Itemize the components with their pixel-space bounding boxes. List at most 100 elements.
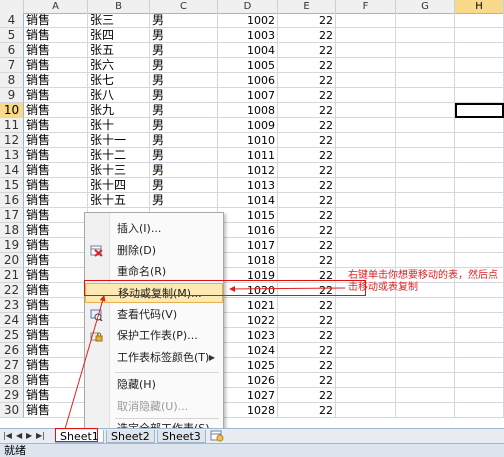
cell-f[interactable] (336, 58, 396, 73)
cell-f[interactable] (336, 73, 396, 88)
row-header[interactable]: 29 (0, 388, 24, 403)
cell-f[interactable] (336, 388, 396, 403)
cell-g[interactable] (396, 193, 455, 208)
cell-g[interactable] (396, 73, 455, 88)
menu-item-tab-color[interactable]: 工作表标签颜色(T) ▶ (85, 348, 223, 368)
cell-f[interactable] (336, 208, 396, 223)
cell-d[interactable]: 1014 (218, 193, 278, 208)
cell-h[interactable] (455, 133, 504, 148)
cell-e[interactable]: 22 (278, 253, 336, 268)
row-header[interactable]: 10 (0, 103, 24, 118)
cell-a[interactable]: 销售 (24, 328, 88, 343)
cell-g[interactable] (396, 208, 455, 223)
cell-c[interactable]: 男 (150, 178, 218, 193)
cell-d[interactable]: 1016 (218, 223, 278, 238)
cell-e[interactable]: 22 (278, 73, 336, 88)
row-header[interactable]: 4 (0, 13, 24, 28)
cell-e[interactable]: 22 (278, 58, 336, 73)
cell-g[interactable] (396, 148, 455, 163)
worksheet-grid[interactable]: A B C D E F G H 4 销售 张三男 1002 22 5 销售 张四男 1003 22… (0, 0, 504, 428)
cell-c[interactable]: 男 (150, 13, 218, 28)
cell-e[interactable]: 22 (278, 133, 336, 148)
last-sheet-icon[interactable]: ▶| (36, 431, 45, 440)
cell-d[interactable]: 1002 (218, 13, 278, 28)
cell-c[interactable]: 男 (150, 28, 218, 43)
cell-e[interactable]: 22 (278, 238, 336, 253)
cell-h[interactable] (455, 343, 504, 358)
cell-g[interactable] (396, 358, 455, 373)
cell-g[interactable] (396, 13, 455, 28)
menu-item-insert[interactable]: 插入(I)... (85, 219, 223, 239)
cell-a[interactable]: 销售 (24, 208, 88, 223)
cell-c[interactable]: 男 (150, 88, 218, 103)
cell-e[interactable]: 22 (278, 388, 336, 403)
row-header[interactable]: 14 (0, 163, 24, 178)
selected-cell[interactable] (455, 103, 504, 118)
cell-h[interactable] (455, 13, 504, 28)
cell-a[interactable]: 销售 (24, 148, 88, 163)
cell-d[interactable]: 1005 (218, 58, 278, 73)
cell-h[interactable] (455, 298, 504, 313)
column-header-c[interactable]: C (150, 0, 218, 13)
row-header[interactable]: 7 (0, 58, 24, 73)
select-all-corner[interactable] (0, 0, 24, 13)
cell-b[interactable]: 张十五 (88, 193, 150, 208)
cell-e[interactable]: 22 (278, 358, 336, 373)
cell-e[interactable]: 22 (278, 13, 336, 28)
row-header[interactable]: 12 (0, 133, 24, 148)
cell-a[interactable]: 销售 (24, 13, 88, 28)
cell-h[interactable] (455, 148, 504, 163)
cell-f[interactable] (336, 358, 396, 373)
cell-f[interactable] (336, 328, 396, 343)
cell-g[interactable] (396, 133, 455, 148)
cell-f[interactable] (336, 343, 396, 358)
cell-h[interactable] (455, 313, 504, 328)
cell-b[interactable]: 张十 (88, 118, 150, 133)
cell-g[interactable] (396, 43, 455, 58)
cell-h[interactable] (455, 118, 504, 133)
cell-b[interactable]: 张十二 (88, 148, 150, 163)
cell-d[interactable]: 1009 (218, 118, 278, 133)
cell-a[interactable]: 销售 (24, 43, 88, 58)
sheet-tab-2[interactable]: Sheet2 (106, 430, 155, 443)
cell-h[interactable] (455, 328, 504, 343)
cell-d[interactable]: 1027 (218, 388, 278, 403)
cell-h[interactable] (455, 163, 504, 178)
cell-a[interactable]: 销售 (24, 283, 88, 298)
cell-g[interactable] (396, 298, 455, 313)
column-header-f[interactable]: F (336, 0, 396, 13)
cell-a[interactable]: 销售 (24, 238, 88, 253)
cell-e[interactable]: 22 (278, 178, 336, 193)
cell-b[interactable]: 张八 (88, 88, 150, 103)
row-header[interactable]: 5 (0, 28, 24, 43)
cell-e[interactable]: 22 (278, 208, 336, 223)
cell-f[interactable] (336, 223, 396, 238)
cell-e[interactable]: 22 (278, 343, 336, 358)
cell-a[interactable]: 销售 (24, 103, 88, 118)
cell-d[interactable]: 1007 (218, 88, 278, 103)
cell-f[interactable] (336, 133, 396, 148)
row-header[interactable]: 22 (0, 283, 24, 298)
cell-d[interactable]: 1023 (218, 328, 278, 343)
cell-d[interactable]: 1006 (218, 73, 278, 88)
cell-e[interactable]: 22 (278, 28, 336, 43)
row-header[interactable]: 16 (0, 193, 24, 208)
cell-f[interactable] (336, 43, 396, 58)
cell-h[interactable] (455, 373, 504, 388)
cell-h[interactable] (455, 88, 504, 103)
column-header-g[interactable]: G (396, 0, 455, 13)
cell-g[interactable] (396, 88, 455, 103)
cell-a[interactable]: 销售 (24, 373, 88, 388)
cell-h[interactable] (455, 358, 504, 373)
cell-f[interactable] (336, 103, 396, 118)
cell-b[interactable]: 张四 (88, 28, 150, 43)
cell-a[interactable]: 销售 (24, 253, 88, 268)
cell-h[interactable] (455, 73, 504, 88)
row-header[interactable]: 19 (0, 238, 24, 253)
prev-sheet-icon[interactable]: ◀ (16, 431, 22, 440)
cell-g[interactable] (396, 178, 455, 193)
cell-g[interactable] (396, 373, 455, 388)
cell-a[interactable]: 销售 (24, 193, 88, 208)
column-header-b[interactable]: B (88, 0, 150, 13)
row-header[interactable]: 15 (0, 178, 24, 193)
